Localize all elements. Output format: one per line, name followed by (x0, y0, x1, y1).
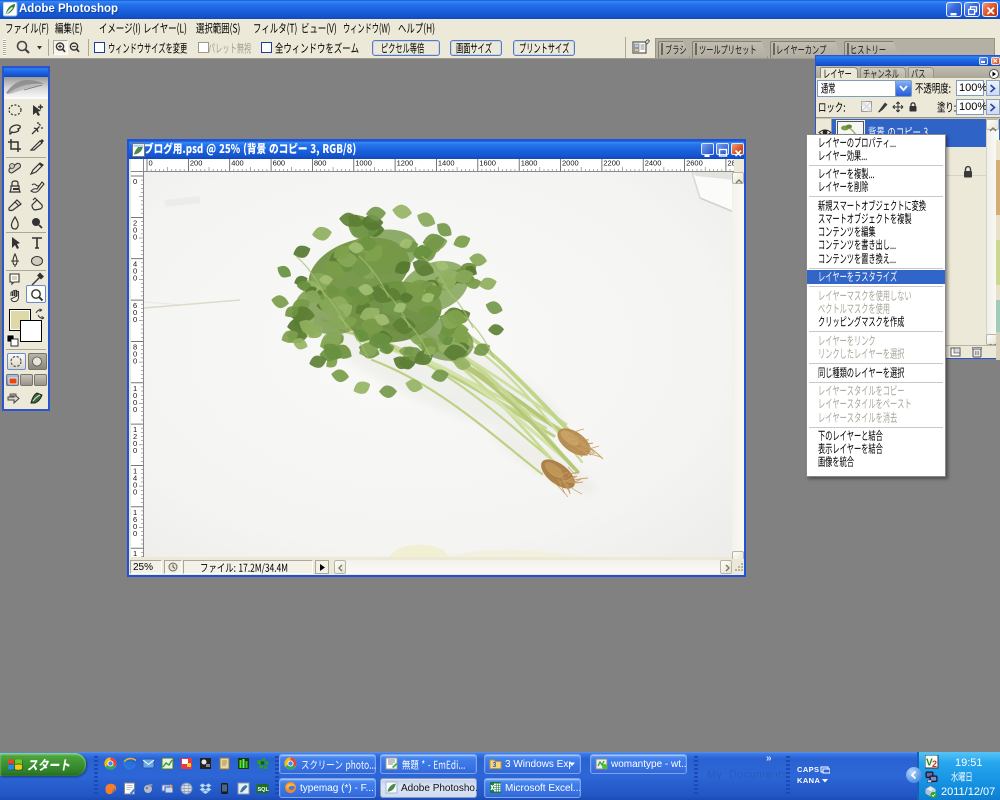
svg-text:2000: 2000 (562, 159, 579, 168)
svg-text:1000: 1000 (355, 159, 372, 168)
svg-text:0: 0 (133, 232, 137, 241)
svg-text:0: 0 (133, 487, 137, 496)
svg-text:1800: 1800 (521, 159, 538, 168)
svg-text:400: 400 (231, 159, 244, 168)
svg-text:2800: 2800 (727, 159, 734, 168)
svg-text:0: 0 (133, 274, 137, 283)
svg-text:0: 0 (133, 356, 137, 365)
svg-text:1400: 1400 (438, 159, 455, 168)
svg-text:1200: 1200 (397, 159, 414, 168)
svg-text:0: 0 (133, 446, 137, 455)
svg-text:800: 800 (314, 159, 327, 168)
svg-text:200: 200 (190, 159, 203, 168)
svg-text:600: 600 (273, 159, 286, 168)
svg-text:3: 3 (493, 762, 497, 769)
svg-text:0: 0 (133, 529, 137, 538)
svg-text:2400: 2400 (645, 159, 662, 168)
svg-text:0: 0 (133, 315, 137, 324)
svg-text:1600: 1600 (479, 159, 496, 168)
svg-text:8: 8 (133, 556, 137, 557)
svg-text:2600: 2600 (686, 159, 703, 168)
svg-text:2: 2 (932, 759, 937, 769)
svg-text:0: 0 (133, 177, 137, 186)
svg-text:0: 0 (149, 159, 153, 168)
svg-text:0: 0 (133, 405, 137, 414)
svg-text:2200: 2200 (603, 159, 620, 168)
svg-text:SQL: SQL (258, 787, 270, 793)
